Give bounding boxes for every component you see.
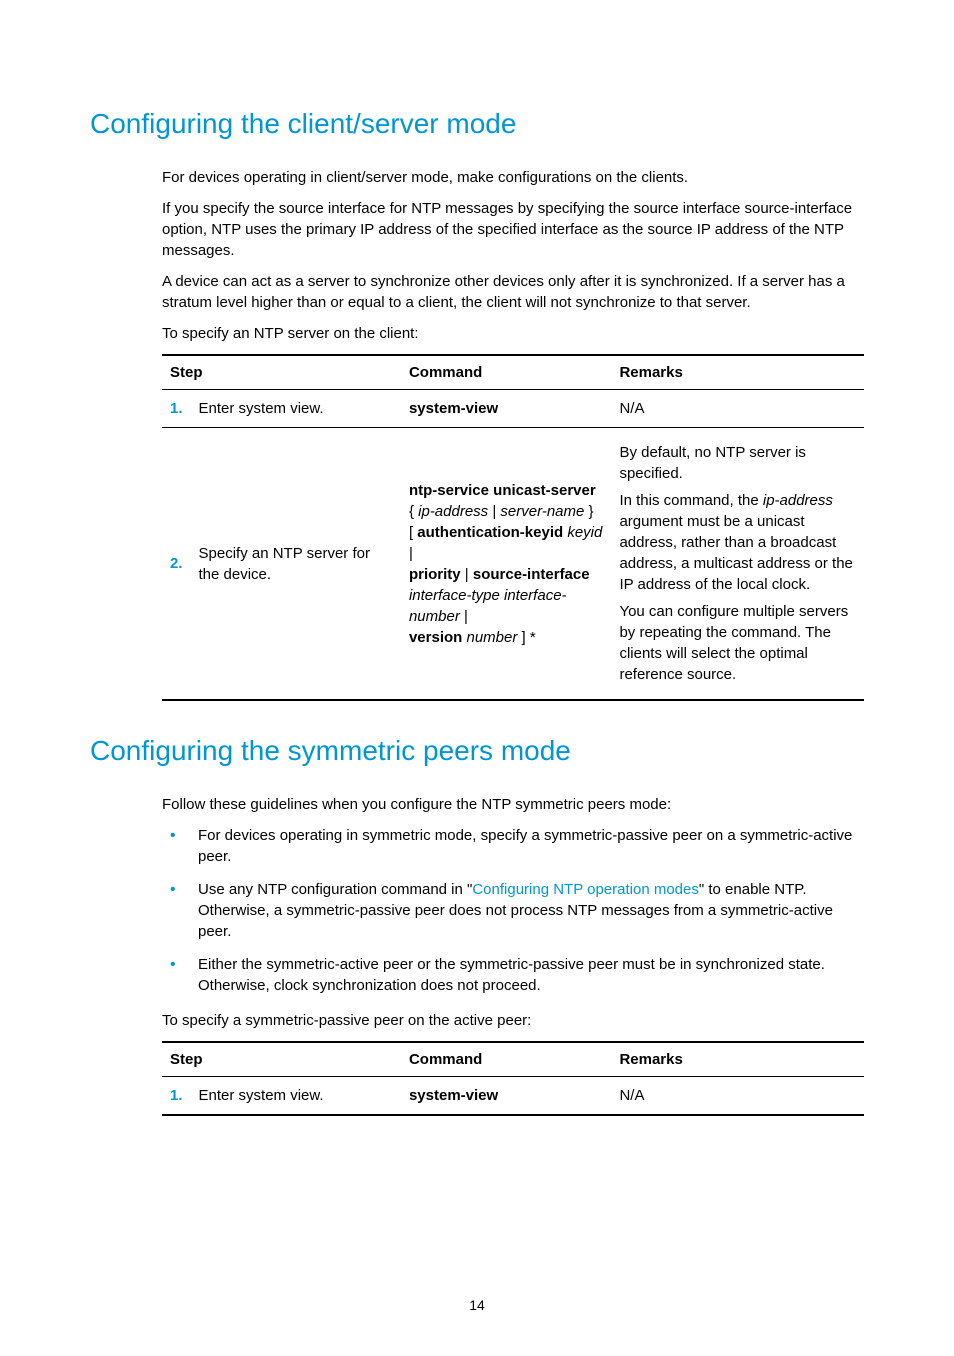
guidelines-list: For devices operating in symmetric mode,… (162, 825, 864, 996)
paragraph: For devices operating in client/server m… (162, 167, 864, 188)
paragraph: To specify an NTP server on the client: (162, 323, 864, 344)
command-text: ntp-service unicast-server{ ip-address |… (401, 428, 612, 701)
paragraph: A device can act as a server to synchron… (162, 271, 864, 313)
table-header-command: Command (401, 355, 612, 390)
section2-body: Follow these guidelines when you configu… (162, 794, 864, 1116)
list-item: Use any NTP configuration command in "Co… (162, 879, 864, 942)
step-number: 1. (162, 390, 191, 428)
page-number: 14 (90, 1296, 864, 1316)
section-heading-symmetric-peers: Configuring the symmetric peers mode (90, 731, 864, 770)
command-text: system-view (401, 1077, 611, 1116)
table-header-step: Step (162, 1042, 401, 1077)
table-header-command: Command (401, 1042, 611, 1077)
list-item: Either the symmetric-active peer or the … (162, 954, 864, 996)
table-row: 2. Specify an NTP server for the device.… (162, 428, 864, 701)
procedure-table-client-server: Step Command Remarks 1. Enter system vie… (162, 354, 864, 701)
step-number: 2. (162, 428, 191, 701)
remarks-text: By default, no NTP server is specified.I… (611, 428, 864, 701)
list-item: For devices operating in symmetric mode,… (162, 825, 864, 867)
paragraph: Follow these guidelines when you configu… (162, 794, 864, 815)
table-header-remarks: Remarks (611, 1042, 864, 1077)
remarks-text: N/A (611, 1077, 864, 1116)
procedure-table-symmetric: Step Command Remarks 1. Enter system vie… (162, 1041, 864, 1116)
step-text: Enter system view. (191, 390, 401, 428)
step-text: Specify an NTP server for the device. (191, 428, 401, 701)
remarks-text: N/A (611, 390, 864, 428)
table-row: 1. Enter system view. system-view N/A (162, 1077, 864, 1116)
table-header-remarks: Remarks (611, 355, 864, 390)
step-number: 1. (162, 1077, 191, 1116)
step-text: Enter system view. (191, 1077, 401, 1116)
table-header-step: Step (162, 355, 401, 390)
paragraph: To specify a symmetric-passive peer on t… (162, 1010, 864, 1031)
table-row: 1. Enter system view. system-view N/A (162, 390, 864, 428)
section-heading-client-server: Configuring the client/server mode (90, 104, 864, 143)
paragraph: If you specify the source interface for … (162, 198, 864, 261)
command-text: system-view (401, 390, 612, 428)
section1-body: For devices operating in client/server m… (162, 167, 864, 701)
